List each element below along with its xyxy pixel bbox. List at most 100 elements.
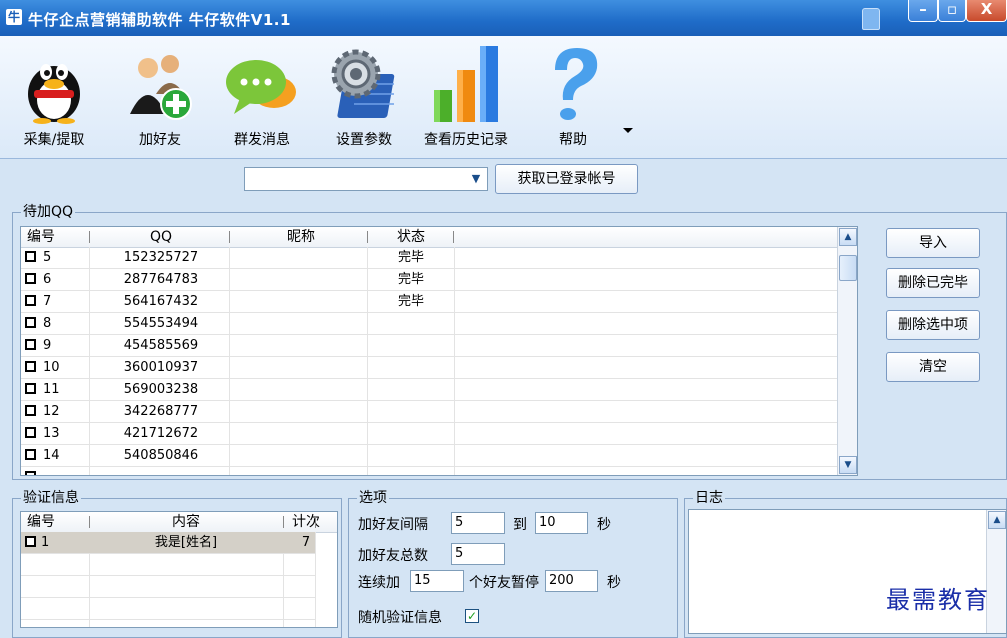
cell-nickname [231,291,367,312]
row-checkbox[interactable] [25,251,36,262]
cell-qq: 342268777 [123,404,199,419]
table-row[interactable]: 7 564167432 完毕 [21,291,837,313]
row-checkbox[interactable] [25,317,36,328]
help-question-icon [555,48,598,120]
scroll-up-icon[interactable]: ▲ [988,511,1006,529]
row-checkbox[interactable] [25,427,36,438]
help-button[interactable]: 帮助 [530,36,616,156]
continuous-input[interactable]: 15 [410,570,464,592]
cell-qq: 554553494 [123,316,199,331]
chevron-down-icon[interactable]: ▼ [467,170,485,188]
interval-from-input[interactable]: 5 [451,512,505,534]
window-title: 牛仔企点营销辅助软件 牛仔软件V1.1 [28,11,291,29]
row-checkbox[interactable] [25,361,36,372]
cell-nickname [231,335,367,356]
table-row[interactable]: 6 287764783 完毕 [21,269,837,291]
tool-label-history: 查看历史记录 [424,132,508,148]
pending-scrollbar[interactable]: ▲ ▼ [837,227,857,475]
continuous-label: 连续加 [358,575,400,591]
cell-qq: 540850846 [123,448,199,463]
table-row[interactable]: 5 152325727 完毕 [21,247,837,269]
random-verify-label: 随机验证信息 [358,610,442,626]
chat-bubbles-icon [226,60,296,114]
cell-status [369,357,453,378]
header-nickname[interactable]: 昵称 [231,227,371,247]
header-separator [315,516,316,528]
row-checkbox[interactable] [25,383,36,394]
cell-qq: 287764783 [123,272,199,287]
table-row[interactable]: 1 我是[姓名] 7 [21,532,315,554]
random-verify-checkbox[interactable]: ✓ [465,609,479,623]
row-checkbox[interactable] [25,295,36,306]
row-checkbox[interactable] [25,536,36,547]
header-status[interactable]: 状态 [369,227,453,247]
header-separator [367,231,368,243]
verify-header-content[interactable]: 内容 [91,512,281,532]
verify-header-id[interactable]: 编号 [23,512,67,532]
cell-id: 6 [43,272,52,287]
cell-nickname [231,313,367,334]
table-row[interactable]: 13 421712672 [21,423,837,445]
main-toolbar: 采集/提取 加好友 群发消息 设置参数 查看历史记录 帮助 [0,36,1007,159]
cell-id: 9 [43,338,52,353]
scroll-thumb[interactable] [839,255,857,281]
tool-label-add-friend: 加好友 [139,132,181,148]
table-row[interactable]: 10 360010937 [21,357,837,379]
collect-extract-button[interactable]: 采集/提取 [8,36,100,156]
header-separator [89,516,90,528]
mass-message-button[interactable]: 群发消息 [220,36,304,156]
table-row[interactable]: 12 342268777 [21,401,837,423]
maximize-button[interactable]: ▫ [938,0,966,22]
cell-id: 11 [43,382,60,397]
account-select[interactable]: ▼ [244,167,488,191]
cell-status [369,335,453,356]
cell-status [369,401,453,422]
bar-chart-icon [434,46,498,122]
table-row[interactable]: 11 569003238 [21,379,837,401]
pending-table-header: 编号 QQ 昵称 状态 [21,227,837,248]
row-checkbox[interactable] [25,449,36,460]
table-row[interactable]: 14 540850846 [21,445,837,467]
to-label: 到 [513,517,527,533]
clear-button[interactable]: 清空 [886,352,980,382]
pause-input[interactable]: 200 [545,570,598,592]
header-qq[interactable]: QQ [91,227,231,247]
row-checkbox[interactable] [25,339,36,350]
row-checkbox[interactable] [25,405,36,416]
verify-info-table[interactable]: 编号 内容 计次 1 我是[姓名] 7 [20,511,338,628]
pending-qq-table[interactable]: 编号 QQ 昵称 状态 5 152325727 完毕 6 287764783 完毕 7 564… [20,226,858,476]
row-checkbox[interactable] [25,273,36,284]
delete-completed-button[interactable]: 删除已完毕 [886,268,980,298]
cell-nickname [231,423,367,444]
scroll-down-icon[interactable]: ▼ [839,456,857,474]
table-row[interactable]: 9 454585569 [21,335,837,357]
add-friend-button[interactable]: 加好友 [118,36,202,156]
import-button[interactable]: 导入 [886,228,980,258]
row-checkbox[interactable] [25,471,36,475]
total-input[interactable]: 5 [451,543,505,565]
app-icon: 牛 [6,9,22,25]
pending-group-title: 待加QQ [21,204,76,220]
cell-nickname [231,379,367,400]
header-separator [229,231,230,243]
cell-qq: 569003238 [123,382,199,397]
settings-button[interactable]: 设置参数 [322,36,406,156]
log-textarea[interactable]: ▲ [688,509,1007,634]
skin-icon[interactable] [862,8,880,30]
header-id[interactable]: 编号 [23,227,67,247]
close-button[interactable]: X [966,0,1007,22]
minimize-button[interactable]: – [908,0,938,22]
pause-label: 个好友暂停 [469,575,539,591]
get-logged-accounts-button[interactable]: 获取已登录帐号 [495,164,638,194]
seconds-label: 秒 [597,517,611,533]
view-history-button[interactable]: 查看历史记录 [416,36,516,156]
verify-header-count[interactable]: 计次 [285,512,327,532]
delete-selected-button[interactable]: 删除选中项 [886,310,980,340]
table-row[interactable]: 8 554553494 [21,313,837,335]
cell-nickname [231,401,367,422]
scroll-up-icon[interactable]: ▲ [839,228,857,246]
add-friend-icon [130,55,192,120]
help-dropdown-icon[interactable] [623,128,633,133]
cell-status [369,313,453,334]
interval-to-input[interactable]: 10 [535,512,588,534]
